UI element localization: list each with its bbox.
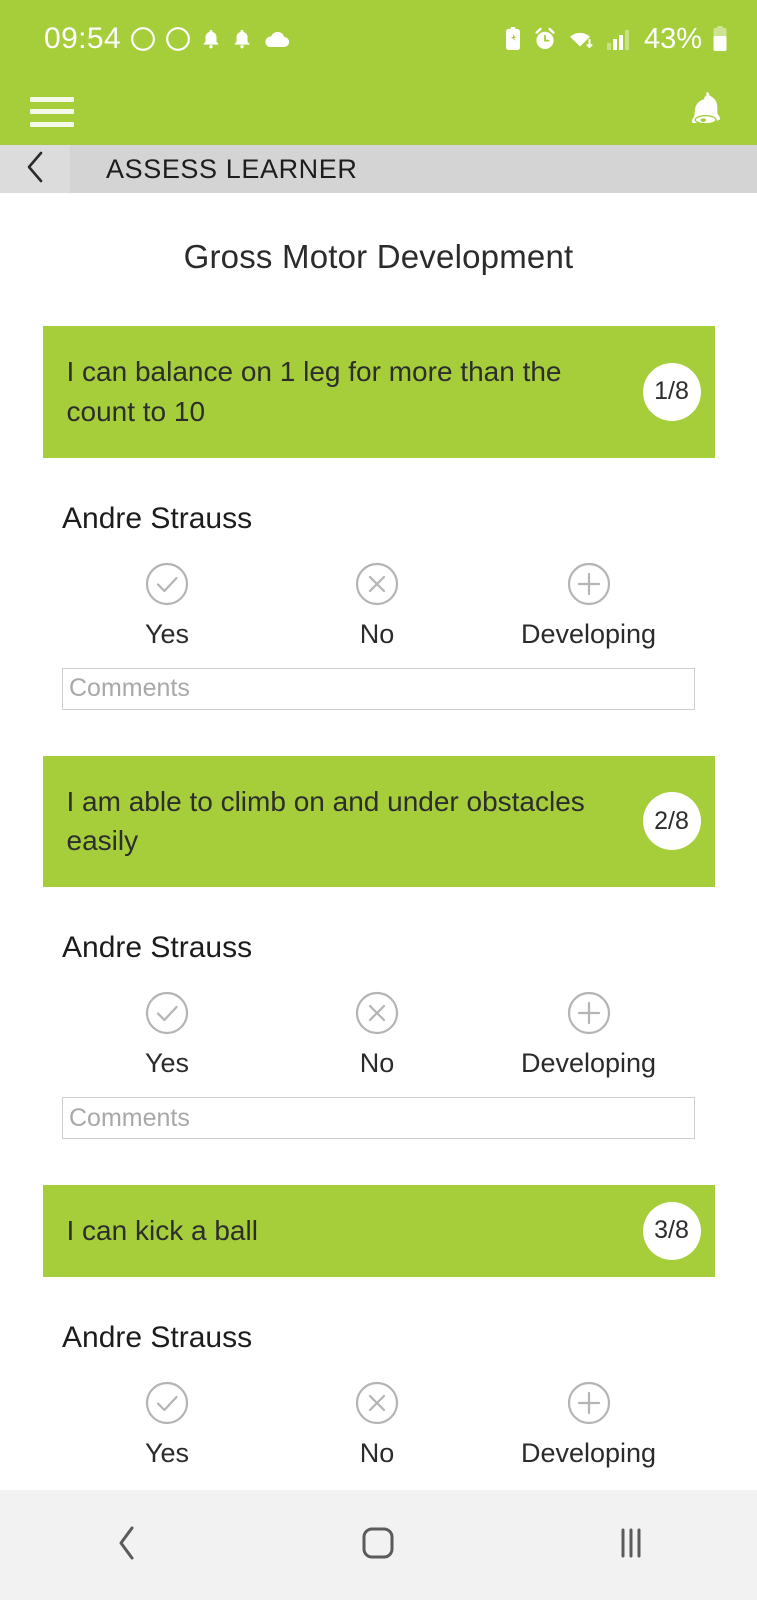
plus-circle-icon xyxy=(563,558,615,610)
app-bar xyxy=(0,78,757,145)
section-title: Gross Motor Development xyxy=(183,238,574,275)
recents-icon xyxy=(616,1526,646,1565)
back-button[interactable] xyxy=(0,145,70,193)
battery-saver-icon xyxy=(503,26,523,52)
comments-container xyxy=(0,667,757,710)
question-card[interactable]: I can kick a ball 3/8 xyxy=(42,1185,715,1277)
x-circle-icon xyxy=(351,987,403,1039)
x-circle-icon xyxy=(351,1377,403,1429)
check-circle-icon xyxy=(141,558,193,610)
option-label-yes: Yes xyxy=(144,618,190,649)
option-label-yes: Yes xyxy=(144,1437,190,1468)
option-label-developing: Developing xyxy=(520,1437,657,1468)
dnd-icon xyxy=(130,26,156,52)
back-icon xyxy=(113,1524,139,1567)
hamburger-bar xyxy=(30,121,74,127)
question-badge: 1/8 xyxy=(642,362,701,421)
learner-name: Andre Strauss xyxy=(62,501,253,535)
question-text: I can balance on 1 leg for more than the… xyxy=(66,356,562,427)
battery-percent-label: 43% xyxy=(643,22,702,55)
cloud-icon xyxy=(262,29,290,49)
question-badge: 3/8 xyxy=(642,1201,701,1260)
option-yes[interactable]: Yes xyxy=(62,558,272,650)
question-badge: 2/8 xyxy=(642,792,701,851)
option-developing[interactable]: Developing xyxy=(482,987,695,1079)
bell-icon xyxy=(200,27,222,51)
option-no[interactable]: No xyxy=(272,1377,482,1469)
option-developing[interactable]: Developing xyxy=(482,558,695,650)
option-yes[interactable]: Yes xyxy=(62,987,272,1079)
bell-icon xyxy=(231,27,253,51)
signal-bars-icon xyxy=(606,27,632,51)
page-title: ASSESS LEARNER xyxy=(106,153,358,184)
hamburger-menu-icon[interactable] xyxy=(30,96,74,127)
question-text: I am able to climb on and under obstacle… xyxy=(66,785,585,857)
plus-circle-icon xyxy=(563,987,615,1039)
option-label-developing: Developing xyxy=(520,618,657,649)
learner-name: Andre Strauss xyxy=(62,1320,253,1354)
hamburger-bar xyxy=(30,109,74,114)
check-circle-icon xyxy=(141,1377,193,1429)
assessment-options: Yes No Developing xyxy=(0,987,757,1079)
option-label-no: No xyxy=(359,1437,395,1468)
hamburger-bar xyxy=(30,96,74,102)
notification-bell-button[interactable] xyxy=(681,87,731,137)
title-bar: ASSESS LEARNER xyxy=(0,145,757,193)
nav-recents-button[interactable] xyxy=(505,1526,757,1565)
alarm-clock-icon xyxy=(532,26,558,52)
comments-input[interactable] xyxy=(62,667,695,710)
option-label-yes: Yes xyxy=(144,1048,190,1078)
home-icon xyxy=(360,1525,396,1566)
assessment-options: Yes No Developing xyxy=(0,558,757,650)
option-label-developing: Developing xyxy=(520,1048,657,1078)
question-card[interactable]: I am able to climb on and under obstacle… xyxy=(42,755,715,887)
question-card[interactable]: I can balance on 1 leg for more than the… xyxy=(42,326,715,458)
dnd-icon xyxy=(165,26,191,52)
status-bar-right: 43% xyxy=(503,23,729,56)
nav-home-button[interactable] xyxy=(252,1525,504,1566)
option-yes[interactable]: Yes xyxy=(62,1377,272,1469)
chevron-left-icon xyxy=(24,150,46,189)
status-bar-left: 09:54 xyxy=(44,22,290,56)
option-no[interactable]: No xyxy=(272,558,482,650)
status-clock: 09:54 xyxy=(44,22,122,55)
check-circle-icon xyxy=(141,987,193,1039)
option-developing[interactable]: Developing xyxy=(482,1377,695,1469)
plus-circle-icon xyxy=(563,1377,615,1429)
option-label-no: No xyxy=(359,1048,395,1078)
x-circle-icon xyxy=(351,558,403,610)
comments-input[interactable] xyxy=(62,1097,695,1139)
content-scroll-area[interactable]: Gross Motor Development I can balance on… xyxy=(0,193,757,1490)
android-nav-bar xyxy=(0,1490,757,1600)
comments-container xyxy=(0,1097,757,1139)
wifi-icon xyxy=(567,27,597,51)
bell-icon xyxy=(683,86,729,137)
status-bar: 09:54 43% xyxy=(0,0,757,78)
assessment-options: Yes No Developing xyxy=(0,1377,757,1469)
learner-name: Andre Strauss xyxy=(62,931,253,964)
nav-back-button[interactable] xyxy=(0,1524,252,1567)
battery-icon xyxy=(711,25,729,53)
phone-screen: 09:54 43% ASSESS LEARNER Gross Motor Dev… xyxy=(0,0,757,1600)
option-label-no: No xyxy=(359,618,395,649)
question-text: I can kick a ball xyxy=(66,1215,258,1246)
option-no[interactable]: No xyxy=(272,987,482,1079)
